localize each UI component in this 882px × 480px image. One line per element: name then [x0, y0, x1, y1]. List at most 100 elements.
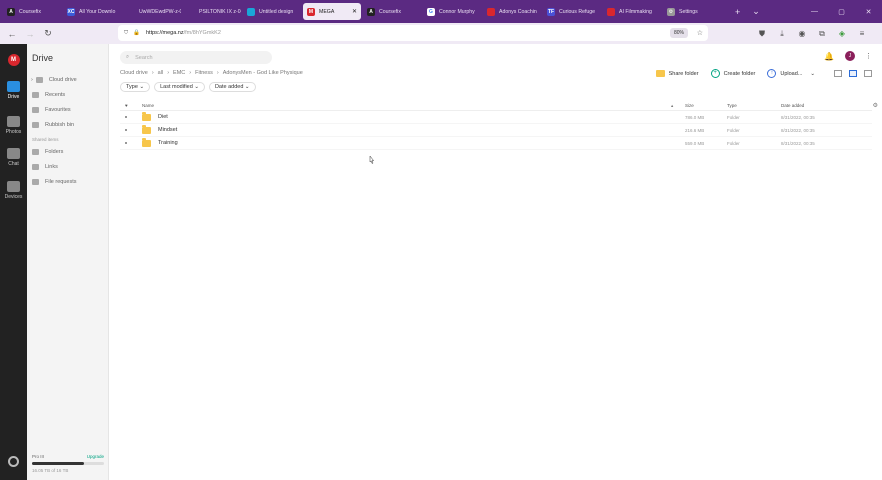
file-name: Mindset	[158, 127, 178, 133]
file-type: Folder	[727, 140, 740, 146]
upgrade-link[interactable]: Upgrade	[87, 454, 104, 459]
grid-view-icon[interactable]	[864, 70, 872, 77]
upload-button[interactable]: ↑ Upload... ⌄	[767, 69, 815, 78]
sidebar-item-favourites[interactable]: Favourites	[32, 107, 71, 113]
close-window-icon[interactable]: ✕	[855, 8, 882, 16]
tab-list: A Coursefix XC All Your Downlo UwWDEwdPW-z-0…	[3, 3, 723, 20]
size-column-header[interactable]: Size	[685, 103, 694, 108]
tab-favicon-icon: XC	[67, 7, 75, 16]
tab-label: UwWDEwdPW-z-0	[139, 8, 181, 15]
sidebar-item-file-requests[interactable]: File requests	[32, 179, 77, 185]
drive-sidebar: Drive › Cloud drive Recents Favourites Rubbi…	[27, 44, 109, 480]
file-name-cell[interactable]: Diet	[142, 111, 168, 121]
row-bullet[interactable]	[125, 140, 127, 146]
bookmark-star-icon[interactable]: ☆	[697, 29, 703, 37]
file-name: Training	[158, 140, 178, 146]
pocket-icon[interactable]: ⛊	[752, 29, 772, 39]
avatar[interactable]: J	[845, 51, 855, 61]
chevron-right-icon[interactable]: ›	[31, 77, 33, 83]
filter-date-added[interactable]: Date added ⌄	[208, 82, 256, 92]
shield-icon[interactable]: ⛉	[124, 30, 128, 37]
file-table: ♥ Name ▴ Size Type Date added ⚙ Diet 786.…	[120, 101, 878, 150]
close-tab-icon[interactable]: ✕	[352, 8, 357, 15]
browser-tab[interactable]: TF Curious Refuge	[543, 3, 601, 20]
storage-used: 16.05 TB of 16 TB	[32, 468, 69, 473]
browser-tab[interactable]: PSILTONIK IX z-0-y	[183, 3, 241, 20]
new-tab-icon[interactable]: +	[735, 7, 740, 17]
rail-item-devices[interactable]: Devices	[0, 181, 27, 200]
breadcrumb-item[interactable]: EMC	[173, 70, 185, 76]
back-arrow-icon[interactable]: ←	[3, 29, 21, 39]
browser-tab[interactable]: A Coursefix	[3, 3, 61, 20]
browser-tab[interactable]: Adonys Coachin	[483, 3, 541, 20]
row-bullet[interactable]	[125, 127, 127, 133]
mega-logo-icon: M	[7, 54, 20, 66]
file-type: Folder	[727, 127, 740, 133]
settings-rail-button[interactable]	[0, 456, 27, 467]
photos-icon	[7, 116, 20, 127]
row-bullet[interactable]	[125, 114, 127, 120]
download-icon[interactable]: ⤓	[772, 29, 792, 39]
more-vertical-icon[interactable]: ⋮	[865, 52, 872, 60]
thumbnail-view-icon[interactable]	[834, 70, 842, 77]
browser-tab[interactable]: AI Filmmaking	[603, 3, 661, 20]
sort-arrow-icon[interactable]: ▴	[671, 103, 673, 109]
reload-icon[interactable]: ↻	[39, 28, 57, 39]
browser-tab[interactable]: Untitled design	[243, 3, 301, 20]
tab-favicon-icon	[487, 7, 495, 16]
notification-bell-icon[interactable]: 🔔	[824, 52, 834, 61]
table-row[interactable]: Training 559.0 MB Folder 8/31/2022, 00:35	[120, 137, 872, 150]
sidebar-item-cloud-drive[interactable]: › Cloud drive	[31, 77, 77, 83]
minimize-icon[interactable]: —	[801, 8, 828, 15]
storage-summary[interactable]: Pro III Upgrade 16.05 TB of 16 TB	[32, 454, 104, 473]
rail-item-photos[interactable]: Photos	[0, 116, 27, 135]
date-column-header[interactable]: Date added	[781, 103, 804, 108]
address-bar[interactable]: ⛉ 🔒 https://mega.nz /fm/8hYGmkK2 80% ☆	[118, 25, 708, 41]
column-settings-icon[interactable]: ⚙	[873, 102, 878, 109]
breadcrumb-item[interactable]: Fitness	[195, 70, 213, 76]
share-folder-button[interactable]: Share folder	[655, 70, 699, 77]
maximize-icon[interactable]: ▢	[828, 8, 855, 16]
breadcrumb-item[interactable]: AdonysMen - God Like Physique	[223, 70, 303, 76]
sidebar-item-folders[interactable]: Folders	[32, 149, 63, 155]
breadcrumb-item[interactable]: Cloud drive	[120, 70, 148, 76]
favourite-column-icon[interactable]: ♥	[125, 103, 128, 108]
filter-type[interactable]: Type ⌄	[120, 82, 151, 92]
table-row[interactable]: Diet 786.0 MB Folder 8/31/2022, 00:35	[120, 111, 872, 124]
tab-favicon-icon	[187, 7, 195, 16]
list-view-icon[interactable]	[849, 70, 857, 77]
extensions-icon[interactable]: ⧉	[812, 29, 832, 39]
table-row[interactable]: Mindset 216.6 MB Folder 8/31/2022, 00:35	[120, 124, 872, 137]
sidebar-item-rubbish-bin[interactable]: Rubbish bin	[32, 122, 74, 128]
sidebar-item-recents[interactable]: Recents	[32, 92, 65, 98]
type-column-header[interactable]: Type	[727, 103, 737, 108]
browser-tab[interactable]: UwWDEwdPW-z-0	[123, 3, 181, 20]
forward-arrow-icon[interactable]: →	[21, 29, 39, 39]
rail-item-drive[interactable]: Drive	[0, 81, 27, 100]
breadcrumb-item[interactable]: all	[158, 70, 164, 76]
menu-icon[interactable]: ≡	[852, 29, 872, 38]
mega-logo[interactable]: M	[0, 54, 27, 66]
sidebar-item-label: Folders	[45, 149, 64, 155]
sidebar-item-links[interactable]: Links	[32, 164, 58, 170]
rail-item-chat[interactable]: Chat	[0, 148, 27, 167]
browser-tab[interactable]: A Coursefix	[363, 3, 421, 20]
lock-icon[interactable]: 🔒	[133, 30, 140, 36]
name-column-header[interactable]: Name	[142, 103, 154, 108]
file-name-cell[interactable]: Mindset	[142, 124, 178, 134]
account-icon[interactable]: ◉	[792, 29, 812, 38]
tab-label: PSILTONIK IX z-0-y	[199, 8, 241, 15]
file-date: 8/31/2022, 00:35	[781, 114, 815, 120]
browser-tab[interactable]: XC All Your Downlo	[63, 3, 121, 20]
tab-list-chevron-icon[interactable]: ⌄	[752, 6, 760, 17]
search-input[interactable]: ⌕ Search	[120, 51, 272, 64]
file-name-cell[interactable]: Training	[142, 137, 178, 147]
extension-icon[interactable]: ◈	[832, 29, 852, 38]
zoom-level-badge[interactable]: 80%	[669, 28, 688, 38]
browser-tab[interactable]: G Connor Murphy	[423, 3, 481, 20]
tab-label: Settings	[679, 8, 698, 15]
browser-tab[interactable]: M MEGA ✕	[303, 3, 361, 20]
filter-last-modified[interactable]: Last modified ⌄	[154, 82, 205, 92]
create-folder-button[interactable]: + Create folder	[710, 69, 755, 78]
browser-tab[interactable]: ⚙ Settings	[663, 3, 721, 20]
